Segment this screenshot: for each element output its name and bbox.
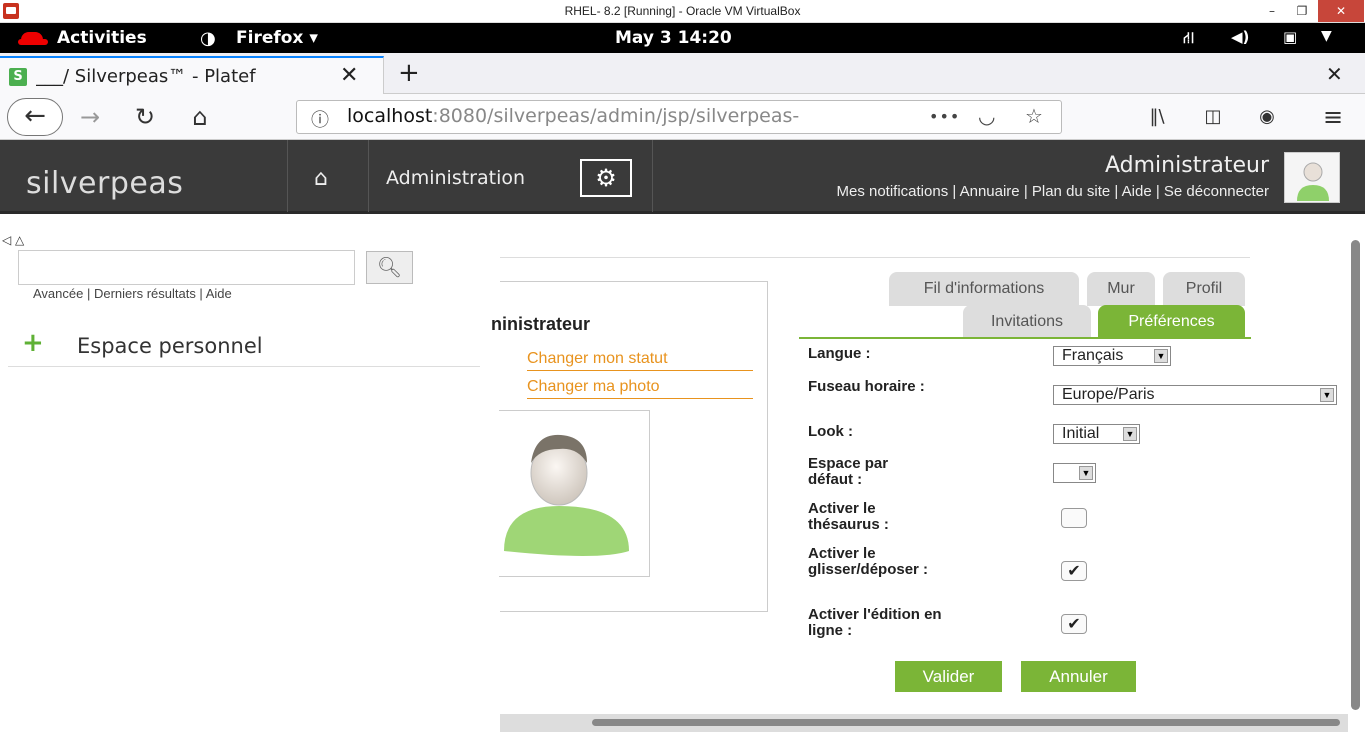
tab-fil-informations[interactable]: Fil d'informations [889,272,1079,306]
silverpeas-header: silverpeas ⌂ Administration ⚙ Administra… [0,140,1365,214]
gnome-top-bar: Activities ◑ Firefox ▾ May 3 14:20 ⛙ ◀) … [0,23,1365,53]
close-window-button[interactable]: ✕ [1318,0,1364,22]
espace-defaut-label: Espace par défaut : [808,455,889,488]
silverpeas-favicon-icon: S [9,68,27,86]
dropdown-arrow-icon: ▼ [1320,388,1334,402]
library-icon[interactable]: ‖\ [1140,101,1174,133]
glisser-deposer-label: Activer le glisser/déposer : [808,545,929,578]
maximize-button[interactable]: ❐ [1288,0,1316,22]
minimize-button[interactable]: – [1258,0,1286,22]
espace-personnel-link[interactable]: Espace personnel [77,334,263,358]
navigation-toolbar: ← → ↻ ⌂ ⓘ localhost:8080/silverpeas/admi… [0,94,1365,140]
volume-icon[interactable]: ◀) [1231,28,1249,46]
langue-label: Langue : [808,345,871,362]
vbox-titlebar: RHEL- 8.2 [Running] - Oracle VM VirtualB… [0,0,1365,23]
profile-name: ninistrateur [491,314,591,334]
close-browser-icon[interactable]: ✕ [1326,62,1343,86]
redhat-logo-icon [18,32,48,45]
change-status-link[interactable]: Changer mon statut [527,350,753,371]
firefox-app-icon: ◑ [200,28,216,49]
back-button[interactable]: ← [7,98,63,136]
fuseau-label: Fuseau horaire : [808,378,925,395]
dropdown-arrow-icon: ▼ [1079,466,1093,480]
site-info-icon[interactable]: ⓘ [311,106,329,132]
look-select[interactable]: Initial ▼ [1053,424,1140,444]
battery-icon[interactable]: ▣ [1283,28,1297,46]
dropdown-arrow-icon: ▼ [1154,349,1168,363]
expand-plus-icon[interactable]: + [22,330,44,356]
collapse-panel-icon[interactable]: ◁ △ [2,233,24,247]
search-input[interactable] [18,250,355,285]
home-icon[interactable]: ⌂ [183,101,217,133]
reload-button[interactable]: ↻ [128,101,162,133]
user-name: Administrateur [1105,153,1269,178]
url-text[interactable]: localhost:8080/silverpeas/admin/jsp/silv… [347,105,867,127]
edition-en-ligne-label: Activer l'édition en ligne : [808,606,942,639]
tab-title: ___/ Silverpeas™ - Platef [36,66,256,87]
tab-invitations[interactable]: Invitations [963,305,1091,339]
menu-icon[interactable]: ≡ [1316,101,1350,133]
address-bar[interactable]: ⓘ localhost:8080/silverpeas/admin/jsp/si… [296,100,1062,134]
silverpeas-logo[interactable]: silverpeas [26,166,183,201]
home-icon[interactable]: ⌂ [314,166,328,191]
system-menu-arrow-icon[interactable]: ▼ [1321,28,1332,44]
espace-defaut-select[interactable]: ▼ [1053,463,1096,483]
tab-profil[interactable]: Profil [1163,272,1245,306]
left-panel: ◁ △ 🔍︎ Avancée | Derniers résultats | Ai… [0,217,500,732]
tab-close-icon[interactable]: ✕ [340,63,358,88]
search-links[interactable]: Avancée | Derniers résultats | Aide [33,286,232,301]
dropdown-arrow-icon: ▼ [1123,427,1137,441]
glisser-deposer-checkbox[interactable]: ✔ [1061,561,1087,581]
thesaurus-checkbox[interactable] [1061,508,1087,528]
forward-button[interactable]: → [73,101,107,133]
clock[interactable]: May 3 14:20 [615,28,732,48]
avatar[interactable] [1284,152,1340,203]
window-title: RHEL- 8.2 [Running] - Oracle VM VirtualB… [564,4,801,18]
bookmark-star-icon[interactable]: ☆ [1025,104,1043,128]
profile-card: ninistrateur Changer mon statut Changer … [491,281,768,612]
browser-tab-active[interactable]: S ___/ Silverpeas™ - Platef ✕ [0,56,384,94]
activities-button[interactable]: Activities [57,28,147,48]
langue-select[interactable]: Français ▼ [1053,346,1171,366]
fuseau-select[interactable]: Europe/Paris ▼ [1053,385,1337,405]
profile-photo [499,410,650,577]
extension-icon[interactable]: ◉ [1250,101,1284,133]
gear-icon[interactable]: ⚙ [580,159,632,197]
look-label: Look : [808,423,853,440]
sidebar-icon[interactable]: ◫ [1196,101,1230,133]
tab-mur[interactable]: Mur [1087,272,1155,306]
header-links[interactable]: Mes notifications | Annuaire | Plan du s… [836,183,1269,200]
edition-en-ligne-checkbox[interactable]: ✔ [1061,614,1087,634]
new-tab-button[interactable]: + [398,58,420,88]
vertical-scrollbar[interactable] [1347,236,1365,716]
administration-link[interactable]: Administration [386,167,525,189]
pocket-icon[interactable]: ◡ [978,104,995,128]
network-icon[interactable]: ⛙ [1183,28,1194,49]
valider-button[interactable]: Valider [895,661,1002,692]
thesaurus-label: Activer le thésaurus : [808,500,889,533]
tab-preferences[interactable]: Préférences [1098,305,1245,339]
horizontal-scrollbar[interactable] [500,714,1348,732]
tab-strip: S ___/ Silverpeas™ - Platef ✕ + ✕ [0,53,1365,94]
app-menu-button[interactable]: Firefox ▾ [236,28,318,48]
annuler-button[interactable]: Annuler [1021,661,1136,692]
page-actions-icon[interactable]: ••• [929,107,960,126]
change-photo-link[interactable]: Changer ma photo [527,378,753,399]
search-icon[interactable]: 🔍︎ [366,251,413,284]
